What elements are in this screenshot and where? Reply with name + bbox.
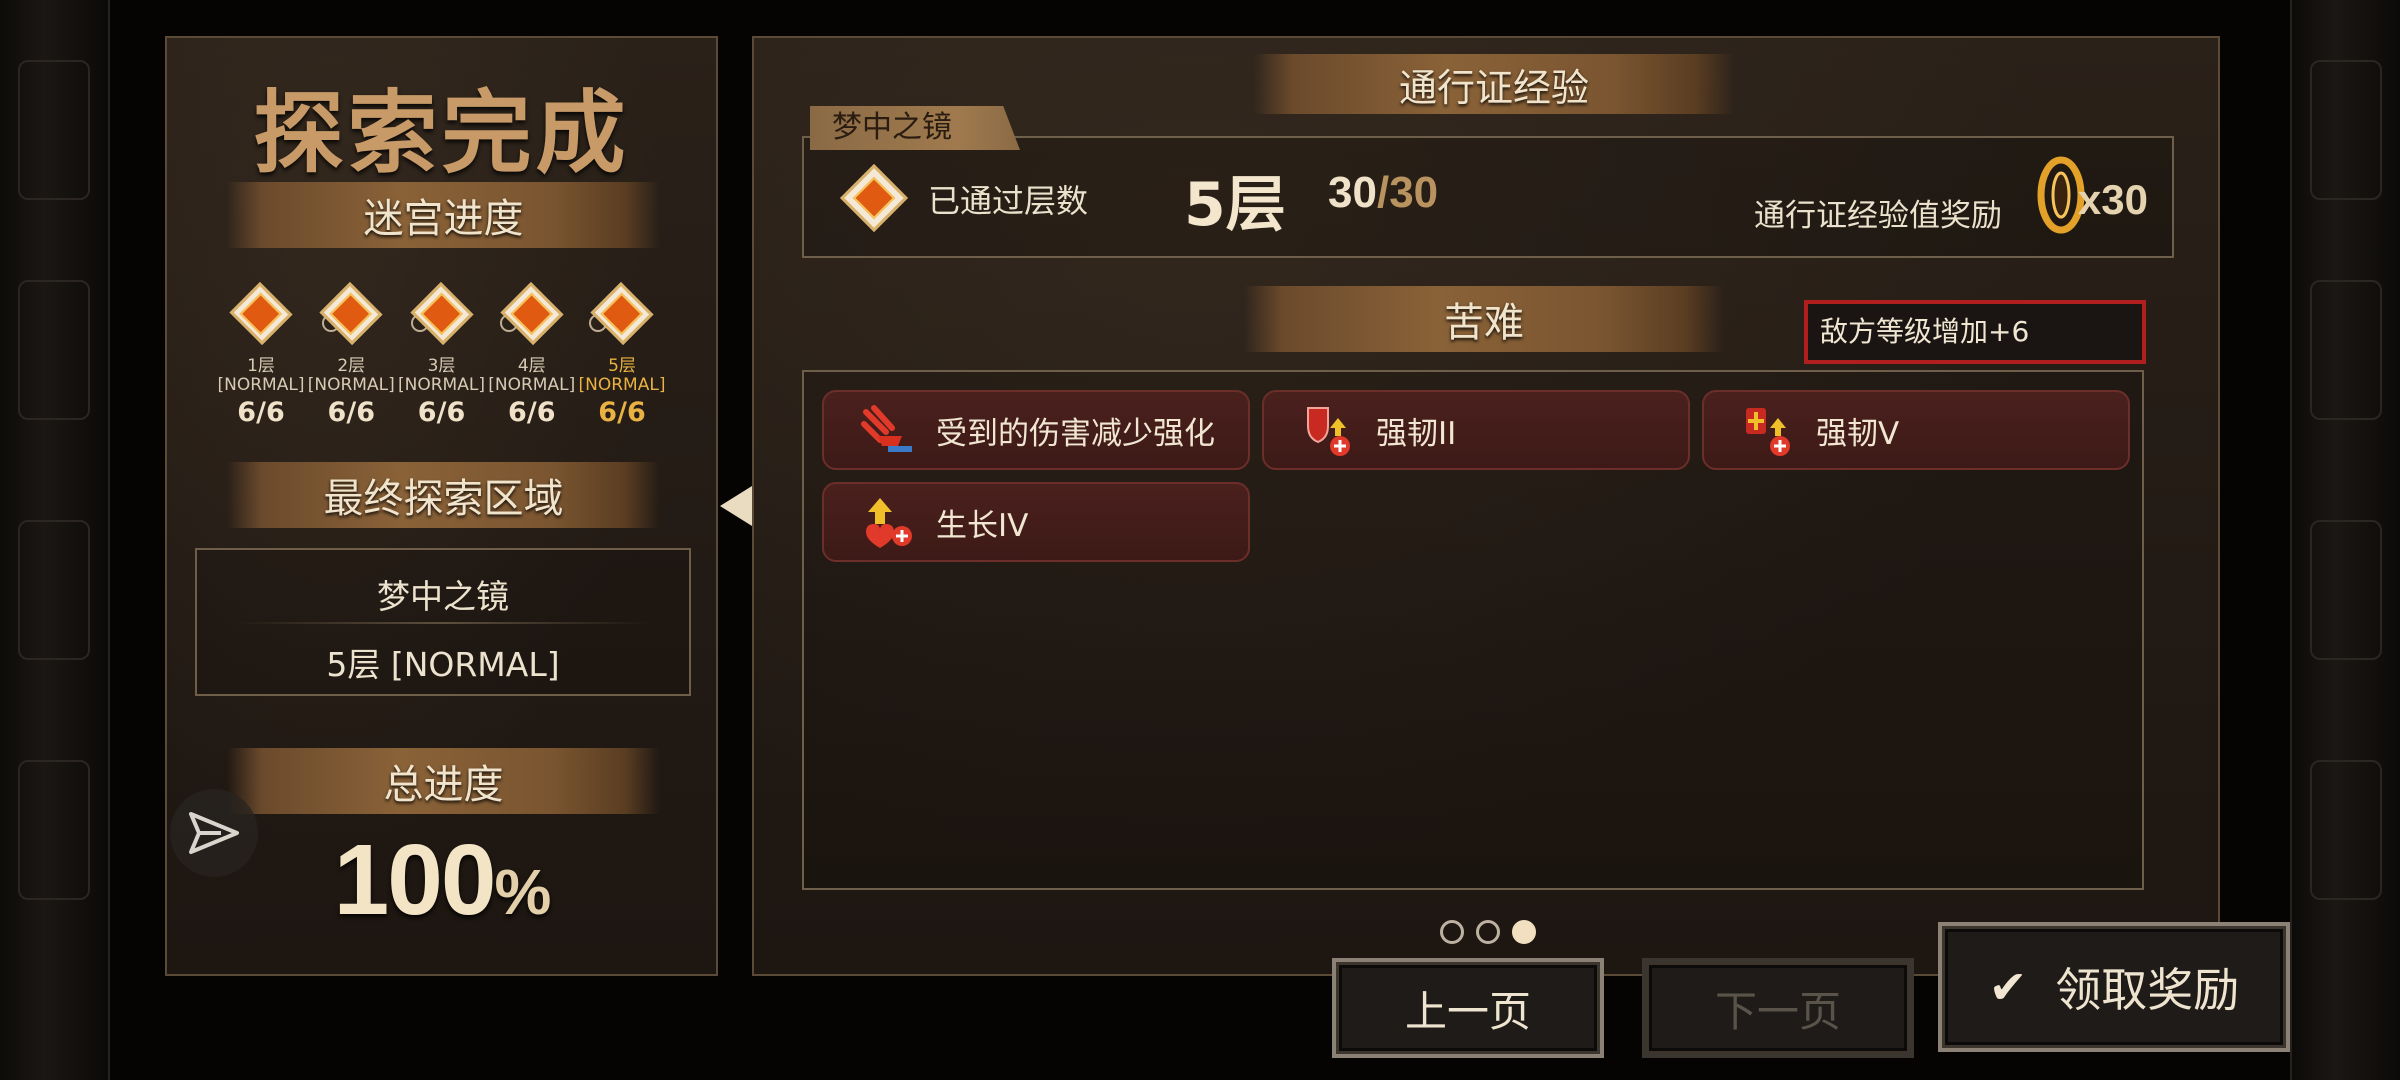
floor-mode: [NORMAL] bbox=[488, 375, 576, 395]
page-dot[interactable] bbox=[1476, 920, 1500, 944]
floor-name: 5层 bbox=[608, 356, 636, 376]
total-progress-banner: 总进度 bbox=[227, 748, 660, 814]
floor-progress-row: 1层 [NORMAL] 6/6 2层 [NORMAL] 6/6 3层 [NORM… bbox=[217, 278, 666, 428]
hardship-label: 苦难 bbox=[1444, 300, 1524, 346]
growth-icon bbox=[866, 498, 912, 548]
labyrinth-progress-label: 迷宫进度 bbox=[363, 196, 524, 242]
pass-exp-banner: 通行证经验 bbox=[1254, 54, 1734, 114]
final-region-floor: 5层 [NORMAL] bbox=[326, 645, 560, 684]
floor-item: 3层 [NORMAL] 6/6 bbox=[398, 278, 486, 428]
buff-card[interactable]: 生长IV bbox=[822, 482, 1250, 562]
floor-name: 2层 bbox=[337, 356, 366, 376]
claim-reward-button[interactable]: ✔ 领取奖励 bbox=[1942, 926, 2286, 1048]
floor-item-current: 5层 [NORMAL] 6/6 bbox=[578, 278, 666, 428]
send-icon bbox=[189, 812, 239, 854]
enemy-level-tag: 敌方等级增加+6 bbox=[1804, 300, 2146, 364]
toughness-icon bbox=[1307, 407, 1350, 456]
floor-name: 1层 bbox=[247, 356, 275, 376]
prev-page-label: 上一页 bbox=[1404, 986, 1531, 1036]
share-button[interactable] bbox=[170, 789, 258, 877]
buff-label: 受到的伤害减少强化 bbox=[936, 415, 1215, 452]
checkmark-icon: ✔ bbox=[1988, 960, 2028, 1014]
floor-item: 1层 [NORMAL] 6/6 bbox=[217, 278, 305, 428]
page-dot-active[interactable] bbox=[1512, 920, 1536, 944]
final-region-label: 最终探索区域 bbox=[323, 476, 564, 522]
floor-diamond-icon bbox=[410, 282, 473, 345]
next-page-label: 下一页 bbox=[1714, 986, 1841, 1036]
buff-card[interactable]: 强韧V bbox=[1702, 390, 2130, 470]
toughness-plus-icon bbox=[1746, 408, 1790, 456]
floor-item: 4层 [NORMAL] 6/6 bbox=[488, 278, 576, 428]
page-title: 探索完成 bbox=[253, 81, 630, 186]
pass-exp-label: 通行证经验 bbox=[1398, 65, 1589, 110]
floor-mode: [NORMAL] bbox=[578, 375, 666, 395]
floor-diamond-icon bbox=[229, 282, 293, 345]
frame-left bbox=[0, 0, 110, 1080]
floor-name: 3层 bbox=[427, 356, 456, 376]
labyrinth-progress-banner: 迷宫进度 bbox=[227, 182, 660, 248]
divider bbox=[233, 622, 653, 624]
buff-label: 强韧V bbox=[1816, 415, 1900, 452]
floor-diamond-icon bbox=[319, 282, 383, 345]
frame-right bbox=[2290, 0, 2400, 1080]
total-progress-label: 总进度 bbox=[383, 762, 504, 808]
floor-count: 6/6 bbox=[237, 397, 285, 428]
floors-passed-label: 已通过层数 bbox=[928, 182, 1089, 220]
area-tab: 梦中之镜 bbox=[810, 106, 1020, 150]
final-region-box: 梦中之镜 5层 [NORMAL] bbox=[195, 548, 691, 696]
floor-mode: [NORMAL] bbox=[398, 375, 485, 395]
buff-card[interactable]: 受到的伤害减少强化 bbox=[822, 390, 1250, 470]
pass-exp-box: 已通过层数 5层 30/30 通行证经验值奖励 x30 bbox=[802, 136, 2174, 258]
floor-diamond-icon bbox=[840, 164, 908, 232]
hardship-box: 受到的伤害减少强化 强韧II 强韧V 生长IV bbox=[802, 370, 2144, 890]
floor-count: 6/6 bbox=[598, 397, 646, 428]
exp-reward-count: x30 bbox=[2077, 176, 2148, 223]
page-dot[interactable] bbox=[1440, 920, 1464, 944]
page-indicator bbox=[1440, 920, 1536, 944]
next-page-button[interactable]: 下一页 bbox=[1646, 962, 1910, 1054]
floor-mode: [NORMAL] bbox=[307, 375, 395, 395]
floor-count: 6/6 bbox=[417, 397, 466, 428]
claim-reward-label: 领取奖励 bbox=[2055, 963, 2240, 1017]
prev-page-button[interactable]: 上一页 bbox=[1336, 962, 1600, 1054]
floor-progress: 30/30 bbox=[1328, 168, 1439, 217]
floor-diamond-icon bbox=[500, 282, 564, 345]
reward-detail-panel: 通行证经验 已通过层数 5层 30/30 通行证经验值奖励 x30 梦中之镜 苦… bbox=[752, 36, 2220, 976]
floor-item: 2层 [NORMAL] 6/6 bbox=[307, 278, 395, 428]
final-region-banner: 最终探索区域 bbox=[227, 462, 660, 528]
hardship-banner: 苦难 bbox=[1244, 286, 1724, 352]
damage-reduction-icon bbox=[861, 405, 912, 452]
floor-diamond-icon bbox=[590, 282, 654, 345]
floor-count: 6/6 bbox=[508, 397, 556, 428]
final-region-name: 梦中之镜 bbox=[377, 577, 509, 616]
floors-passed-value: 5层 bbox=[1184, 170, 1286, 240]
floor-count: 6/6 bbox=[327, 397, 375, 428]
floor-mode: [NORMAL] bbox=[217, 375, 305, 395]
exp-reward-label: 通行证经验值奖励 bbox=[1754, 198, 2002, 234]
buff-label: 强韧II bbox=[1376, 415, 1457, 452]
floor-name: 4层 bbox=[517, 356, 546, 376]
buff-label: 生长IV bbox=[936, 507, 1029, 544]
buff-card[interactable]: 强韧II bbox=[1262, 390, 1690, 470]
